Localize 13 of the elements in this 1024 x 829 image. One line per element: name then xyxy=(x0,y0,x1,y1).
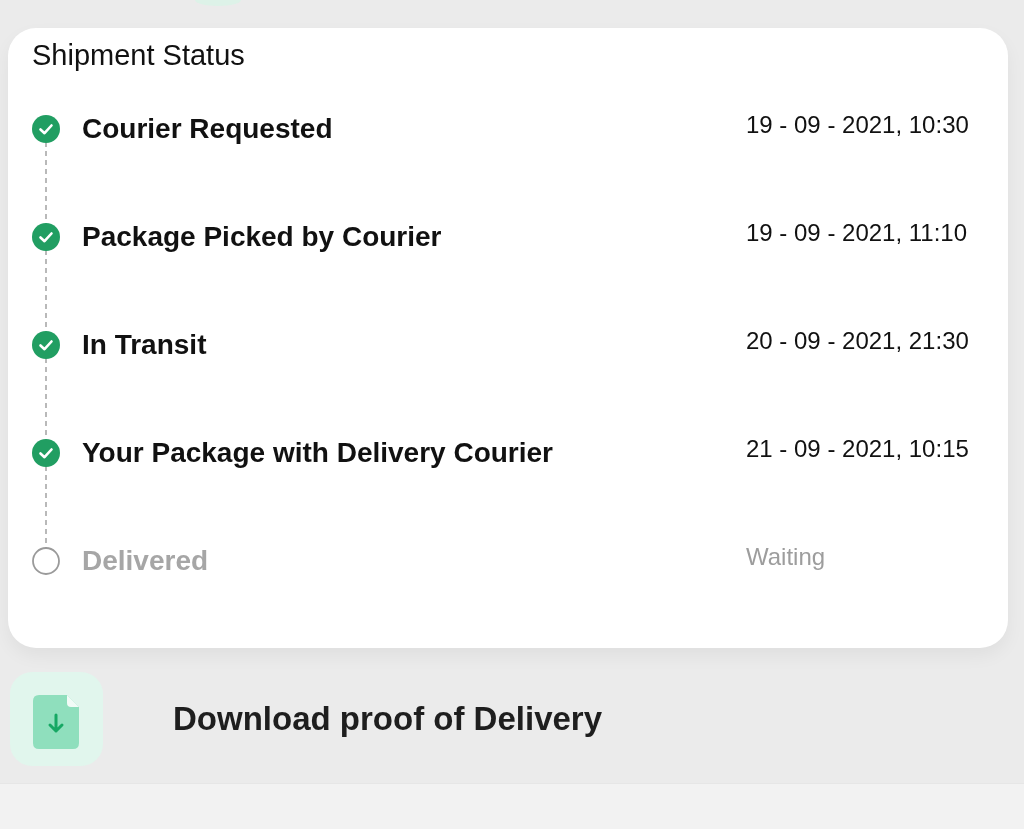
file-download-icon[interactable] xyxy=(10,672,103,766)
step-time: 20 - 09 - 2021, 21:30 xyxy=(746,326,969,356)
step-label: Courier Requested xyxy=(82,112,333,146)
step-label: In Transit xyxy=(82,328,207,362)
step-label: Package Picked by Courier xyxy=(82,220,442,254)
step-time: 19 - 09 - 2021, 10:30 xyxy=(746,110,969,140)
step-time: Waiting xyxy=(746,542,826,572)
download-proof-link[interactable]: Download proof of Delivery xyxy=(173,700,603,738)
step-time: 19 - 09 - 2021, 11:10 xyxy=(746,218,968,248)
card-title: Shipment Status xyxy=(32,38,245,72)
step-label: Delivered xyxy=(82,544,209,578)
step-label: Your Package with Delivery Courier xyxy=(82,436,553,470)
step-time: 21 - 09 - 2021, 10:15 xyxy=(746,434,969,464)
